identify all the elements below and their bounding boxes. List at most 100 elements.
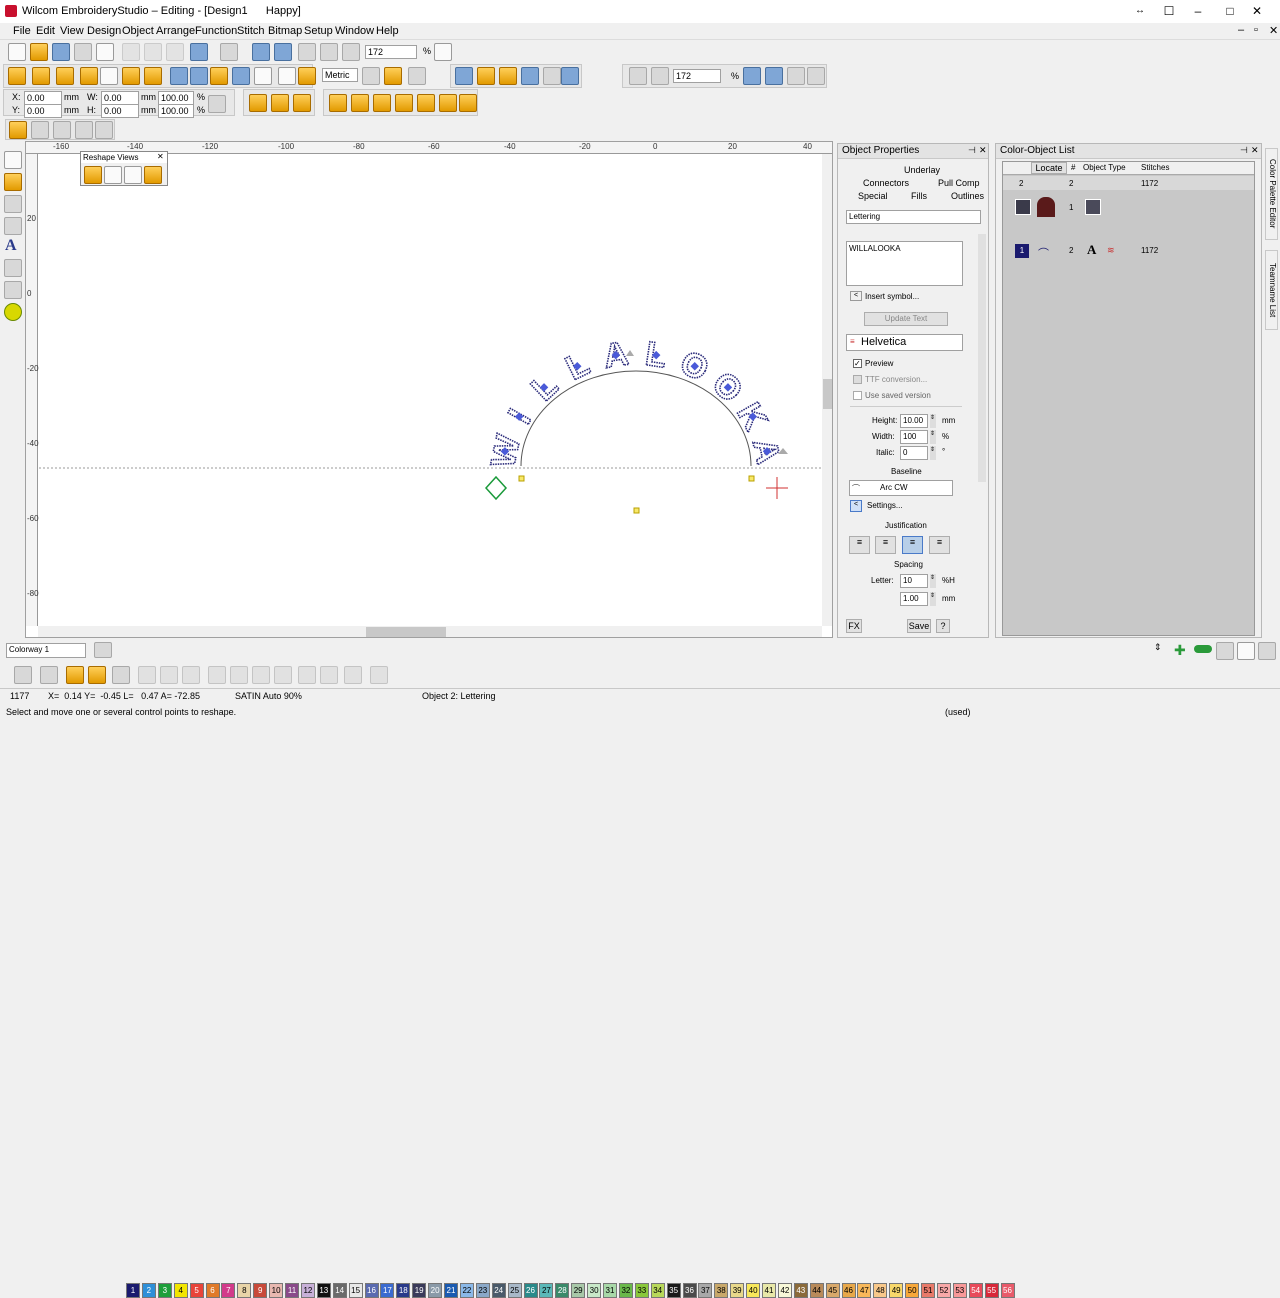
color-wheel-icon[interactable] bbox=[94, 642, 112, 658]
palette-swatch-24[interactable]: 24 bbox=[491, 1283, 506, 1298]
ttf-conversion-icon[interactable] bbox=[853, 375, 862, 384]
palette-swatch-55[interactable]: 55 bbox=[984, 1283, 999, 1298]
reshape-node[interactable] bbox=[748, 475, 755, 482]
reshape-icon[interactable] bbox=[4, 173, 22, 191]
panel-close-icon[interactable]: ✕ bbox=[1251, 145, 1259, 156]
palette-swatch-23[interactable]: 23 bbox=[475, 1283, 490, 1298]
menu-bitmap[interactable]: Bitmap bbox=[268, 25, 302, 37]
palette-swatch-4[interactable]: 4 bbox=[173, 1283, 188, 1298]
menu-view[interactable]: View bbox=[60, 25, 84, 37]
palette-swatch-14[interactable]: 14 bbox=[332, 1283, 347, 1298]
menu-arrange[interactable]: Arrange bbox=[156, 25, 195, 37]
italic-spinner[interactable]: ⇕ bbox=[930, 446, 936, 460]
mirror-icon[interactable] bbox=[298, 43, 316, 61]
palette-swatch-10[interactable]: 10 bbox=[269, 1283, 284, 1298]
paste-icon[interactable] bbox=[166, 43, 184, 61]
column-icon[interactable] bbox=[122, 67, 140, 85]
palette-swatch-7[interactable]: 7 bbox=[221, 1283, 236, 1298]
zoom-factor-input[interactable]: 172 bbox=[673, 69, 721, 83]
cut-icon[interactable] bbox=[122, 43, 140, 61]
arch-icon[interactable] bbox=[232, 67, 250, 85]
effect-3-icon[interactable] bbox=[373, 94, 391, 112]
palette-swatch-38[interactable]: 38 bbox=[714, 1283, 729, 1298]
stop-sequence-icon[interactable] bbox=[274, 43, 292, 61]
tab-underlay[interactable]: Underlay bbox=[904, 165, 940, 175]
table-row[interactable]: 1 bbox=[1003, 196, 1254, 220]
palette-swatch-12[interactable]: 12 bbox=[300, 1283, 315, 1298]
ellipse-icon[interactable] bbox=[210, 67, 228, 85]
color-shapes-icon[interactable] bbox=[190, 67, 208, 85]
justify-full-icon[interactable]: ≡ bbox=[929, 536, 950, 554]
palette-swatch-11[interactable]: 11 bbox=[285, 1283, 299, 1298]
menu-stitch[interactable]: Stitch bbox=[237, 25, 265, 37]
h-percent-input[interactable]: 100.00 bbox=[158, 104, 194, 118]
height-input[interactable]: 10.00 bbox=[900, 414, 928, 428]
scale-icon[interactable] bbox=[342, 43, 360, 61]
no-color-icon[interactable] bbox=[1237, 642, 1255, 660]
props-scrollbar[interactable] bbox=[978, 234, 986, 482]
lettering-object[interactable]: WILLALOOKA bbox=[483, 334, 788, 472]
center-icon[interactable] bbox=[274, 666, 292, 684]
palette-swatch-8[interactable]: 8 bbox=[237, 1283, 252, 1298]
x-input[interactable]: 0.00 bbox=[24, 91, 62, 105]
palette-swatch-44[interactable]: 44 bbox=[809, 1283, 824, 1298]
reshape-node[interactable] bbox=[518, 475, 525, 482]
align-right-icon[interactable] bbox=[182, 666, 200, 684]
update-text-button[interactable]: Update Text bbox=[864, 312, 948, 326]
group-icon[interactable] bbox=[14, 666, 32, 684]
close-button[interactable]: ✕ bbox=[1234, 0, 1280, 23]
lettering-text-area[interactable]: WILLALOOKA bbox=[846, 241, 963, 286]
input-c-icon[interactable] bbox=[56, 67, 74, 85]
bitmap-icon[interactable] bbox=[170, 67, 188, 85]
zoom-input[interactable]: 172 bbox=[365, 45, 417, 59]
preview-checkbox[interactable]: ✓ bbox=[853, 359, 862, 368]
letter-spacing-spinner[interactable]: ⇕ bbox=[930, 574, 936, 588]
palette-swatch-3[interactable]: 3 bbox=[157, 1283, 172, 1298]
palette-scroll-icon[interactable]: ⇕ bbox=[1154, 642, 1162, 653]
appliqué-icon[interactable] bbox=[4, 281, 22, 299]
teamname-list-tab[interactable]: Teamname List bbox=[1265, 250, 1278, 330]
menu-setup[interactable]: Setup bbox=[304, 25, 333, 37]
palette-swatch-41[interactable]: 41 bbox=[762, 1283, 776, 1298]
palette-swatch-45[interactable]: 45 bbox=[825, 1283, 840, 1298]
undo-icon[interactable] bbox=[190, 43, 208, 61]
reference-point-icon[interactable] bbox=[384, 67, 402, 85]
palette-swatch-34[interactable]: 34 bbox=[650, 1283, 665, 1298]
open-folder-icon[interactable] bbox=[30, 43, 48, 61]
circle-icon[interactable] bbox=[254, 67, 272, 85]
effect-6-icon[interactable] bbox=[439, 94, 457, 112]
palette-swatch-35[interactable]: 35 bbox=[666, 1283, 681, 1298]
panel-close-icon[interactable]: ✕ bbox=[979, 145, 987, 156]
insert-symbol-arrow-icon[interactable]: < bbox=[850, 291, 862, 301]
palette-swatch-42[interactable]: 42 bbox=[777, 1283, 792, 1298]
zoom-fit-icon[interactable] bbox=[743, 67, 761, 85]
palette-swatch-50[interactable]: 50 bbox=[905, 1283, 920, 1298]
space-evenly-icon[interactable] bbox=[320, 666, 338, 684]
unlock-icon[interactable] bbox=[88, 666, 106, 684]
object-type-select[interactable]: Lettering bbox=[846, 210, 981, 224]
input-a-icon[interactable] bbox=[8, 67, 26, 85]
palette-swatch-1[interactable]: 1 bbox=[126, 1283, 140, 1298]
palette-swatch-32[interactable]: 32 bbox=[618, 1283, 633, 1298]
save-icon[interactable] bbox=[52, 43, 70, 61]
new-file-icon[interactable] bbox=[8, 43, 26, 61]
color-settings-icon[interactable] bbox=[1258, 642, 1276, 660]
palette-swatch-9[interactable]: 9 bbox=[253, 1283, 268, 1298]
menu-function[interactable]: Function bbox=[195, 25, 237, 37]
horizontal-scrollbar[interactable] bbox=[38, 626, 822, 637]
show-colors-icon[interactable] bbox=[499, 67, 517, 85]
show-stitches-icon[interactable] bbox=[408, 67, 426, 85]
color-blend-icon[interactable] bbox=[112, 666, 130, 684]
help-button[interactable]: ? bbox=[936, 619, 950, 633]
trim-icon[interactable] bbox=[95, 121, 113, 139]
branching-icon[interactable] bbox=[4, 217, 22, 235]
palette-swatch-37[interactable]: 37 bbox=[698, 1283, 713, 1298]
horizontal-scroll-thumb[interactable] bbox=[366, 627, 446, 637]
palette-swatch-39[interactable]: 39 bbox=[730, 1283, 745, 1298]
palette-options-icon[interactable] bbox=[1216, 642, 1234, 660]
colorway-select[interactable]: Colorway 1 bbox=[6, 643, 86, 658]
justify-right-icon[interactable]: ≡ bbox=[875, 536, 896, 554]
menu-window[interactable]: Window bbox=[335, 25, 374, 37]
zoom-icon[interactable] bbox=[629, 67, 647, 85]
zoom-out-icon[interactable] bbox=[807, 67, 825, 85]
